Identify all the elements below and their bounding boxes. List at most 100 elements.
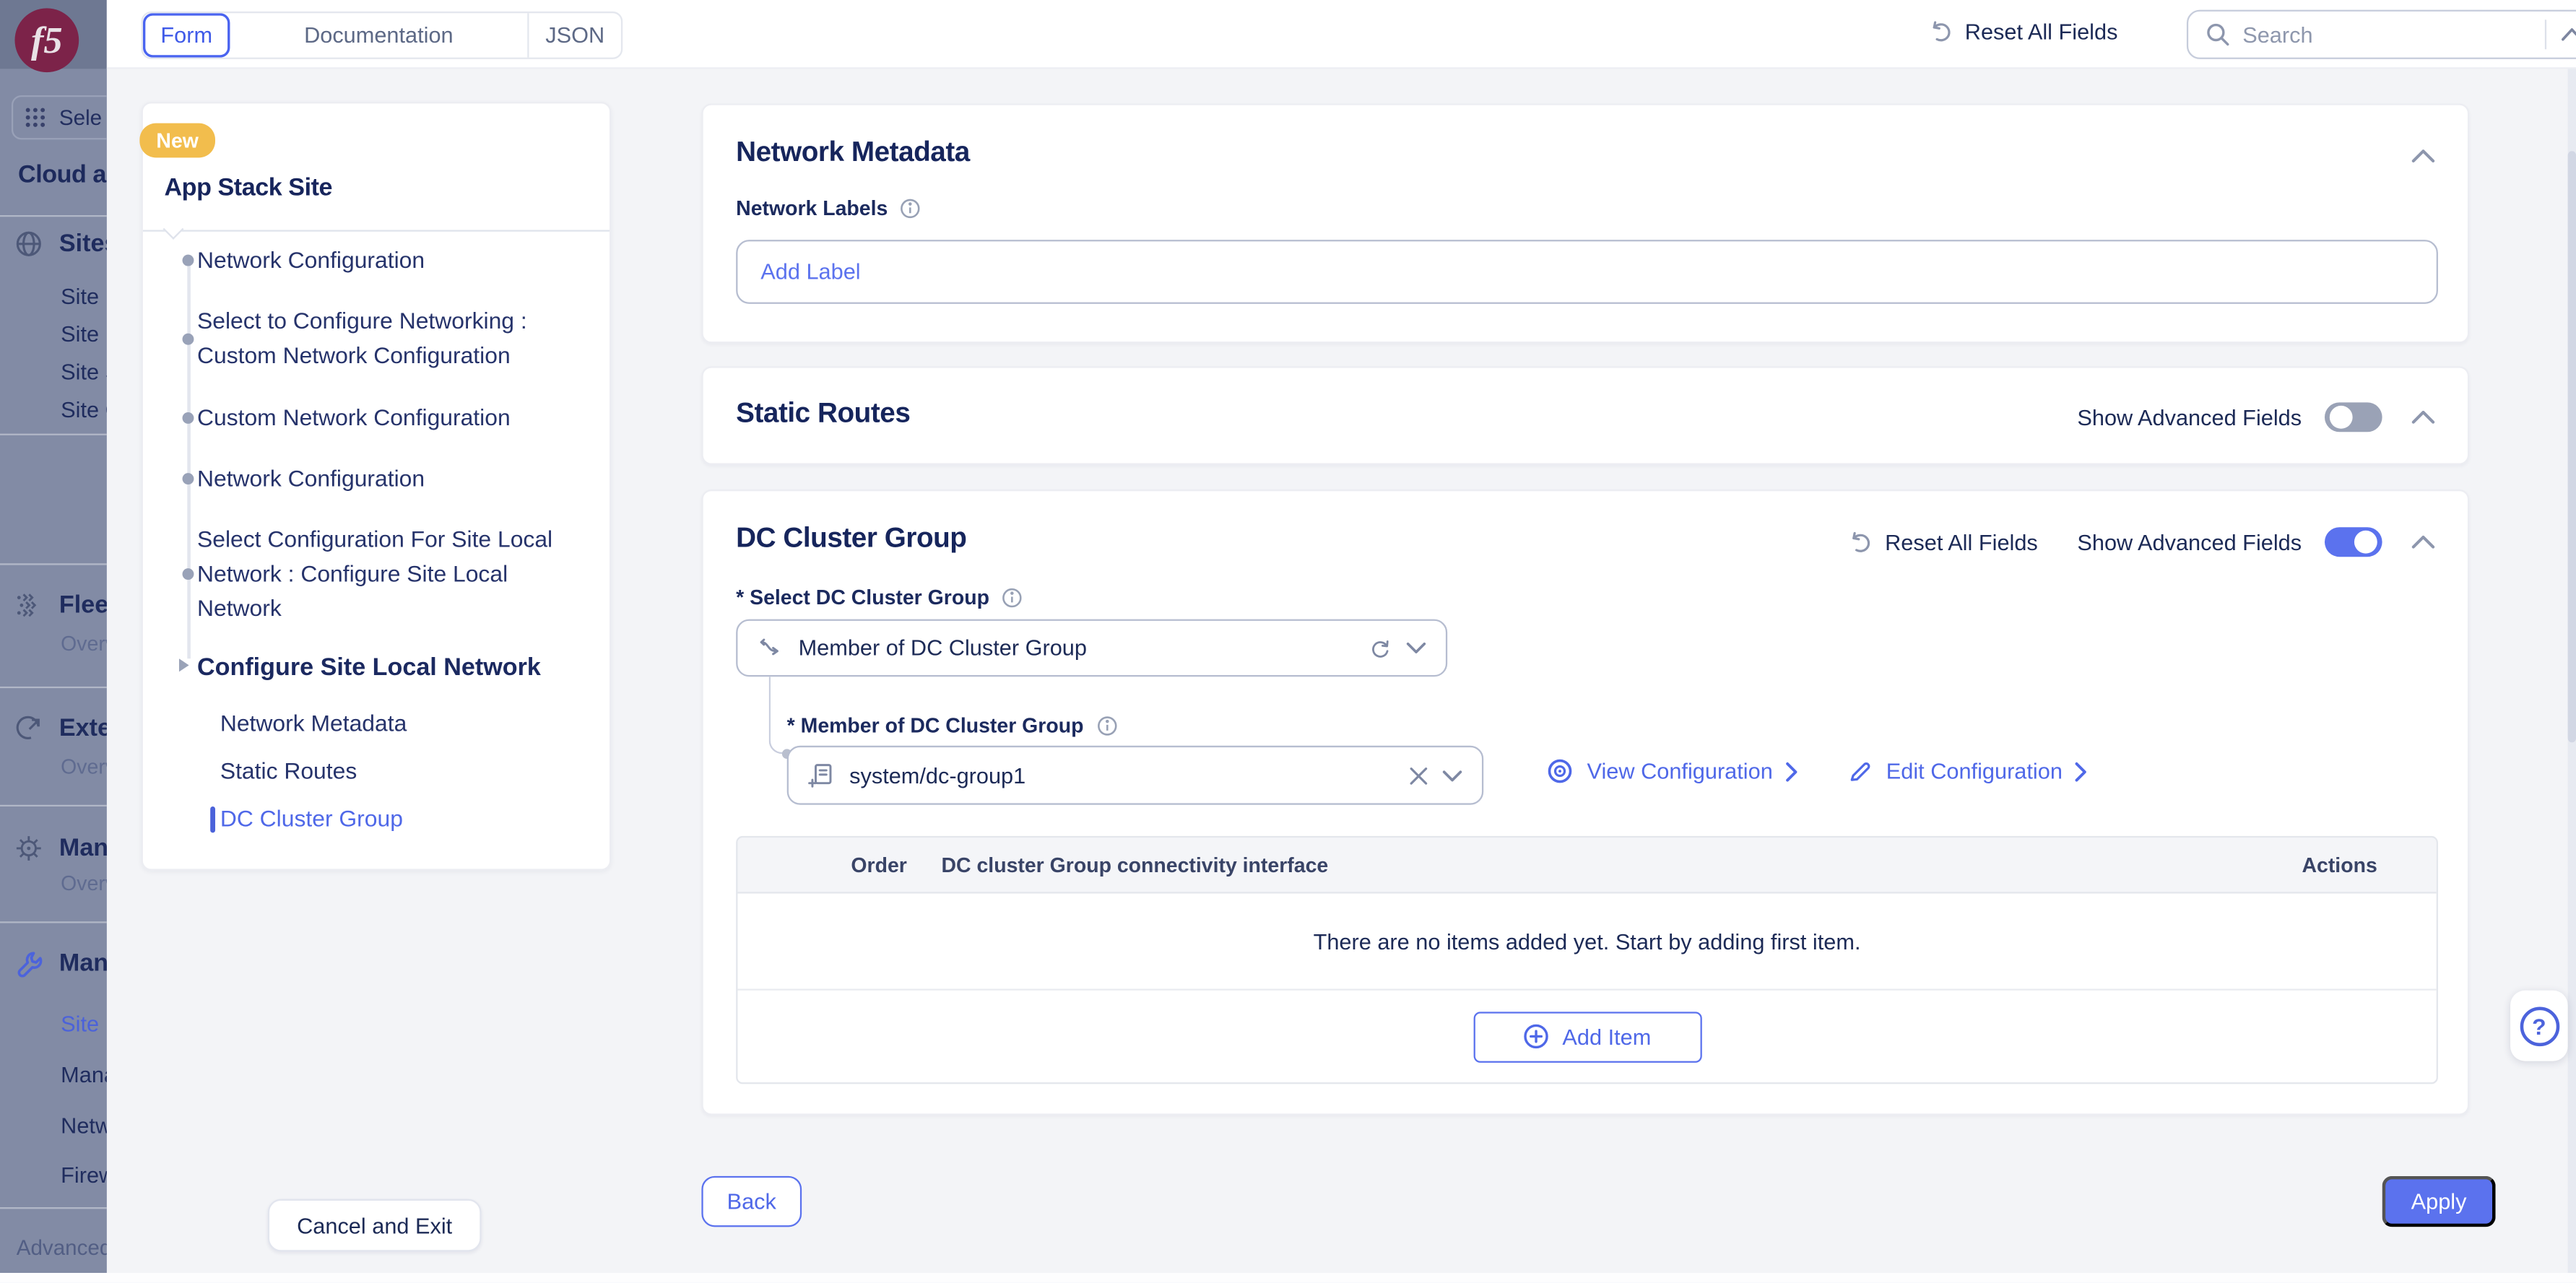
member-dc-cluster-group-dropdown[interactable]: system/dc-group1 xyxy=(787,746,1484,805)
branch-reference-icon xyxy=(758,635,784,661)
sidebar-subitem-overview[interactable]: Overv xyxy=(61,632,107,656)
divider xyxy=(0,1207,107,1209)
toggle-knob xyxy=(2330,406,2353,429)
step-dot xyxy=(183,334,194,345)
refresh-icon[interactable] xyxy=(1369,637,1392,660)
sidebar-item-fleets[interactable]: Flee xyxy=(0,591,107,619)
show-advanced-fields-label: Show Advanced Fields xyxy=(2077,405,2302,430)
sidebar-item-site-list[interactable]: Site L xyxy=(61,322,107,347)
select-dc-cluster-group-dropdown[interactable]: Member of DC Cluster Group xyxy=(736,619,1447,677)
substep-static-routes[interactable]: Static Routes xyxy=(220,757,581,783)
configuration-links: View Configuration Edit Configuration xyxy=(1546,757,2087,786)
sidebar-item-site-list-active[interactable]: Site L xyxy=(61,1012,107,1036)
column-order: Order xyxy=(737,853,941,877)
globe-icon xyxy=(14,230,43,258)
divider xyxy=(0,215,107,217)
select-service-button[interactable]: Sele xyxy=(12,95,107,139)
network-labels-input[interactable]: Add Label xyxy=(736,240,2438,304)
static-routes-title: Static Routes xyxy=(736,398,910,430)
tab-documentation[interactable]: Documentation xyxy=(230,13,527,57)
clear-x-icon[interactable] xyxy=(1410,766,1428,784)
wizard-step-2[interactable]: Select to Configure Networking : Custom … xyxy=(197,304,578,373)
sidebar-item-sites[interactable]: Sites xyxy=(0,230,107,258)
table-footer-row: Add Item xyxy=(737,991,2436,1082)
show-advanced-fields-toggle[interactable] xyxy=(2325,527,2382,557)
sidebar-item-label: Exte xyxy=(59,715,107,743)
table-empty-state: There are no items added yet. Start by a… xyxy=(737,894,2436,991)
dc-cluster-group-title: DC Cluster Group xyxy=(736,522,966,554)
sidebar-item-netw[interactable]: Netw xyxy=(61,1113,107,1138)
scrollbar-thumb[interactable] xyxy=(2568,151,2576,742)
divider xyxy=(0,805,107,806)
sidebar-subitem-overview[interactable]: Overv xyxy=(61,872,107,895)
select-dc-cluster-group-label-row: * Select DC Cluster Group xyxy=(736,586,1024,609)
network-metadata-card: Network Metadata Network Labels Add Labe… xyxy=(701,103,2469,343)
active-substep-bar xyxy=(210,806,215,832)
step-timeline xyxy=(187,258,191,658)
tab-form[interactable]: Form xyxy=(143,13,230,57)
divider xyxy=(0,921,107,923)
add-label-placeholder[interactable]: Add Label xyxy=(760,259,860,284)
wizard-nav-panel: New App Stack Site Network Configuration… xyxy=(142,102,612,871)
eye-icon xyxy=(1546,757,1574,786)
search-box xyxy=(2187,10,2576,59)
tab-json[interactable]: JSON xyxy=(527,13,621,57)
sidebar-item-external[interactable]: Exte xyxy=(0,715,107,743)
modal-header: Form Documentation JSON Reset All Fields xyxy=(107,0,2576,69)
advanced-nav-toggle[interactable]: Advanced xyxy=(17,1235,107,1260)
plus-circle-icon xyxy=(1523,1023,1549,1049)
collapse-chevron-up-icon[interactable] xyxy=(2408,406,2438,429)
nested-field-connector xyxy=(769,677,786,754)
sidebar-item-site-map[interactable]: Site M xyxy=(61,284,107,309)
reset-icon xyxy=(1847,529,1873,555)
chevron-down-icon[interactable] xyxy=(1442,770,1462,781)
network-metadata-title: Network Metadata xyxy=(736,136,970,169)
column-actions: Actions xyxy=(2302,853,2436,877)
sidebar-subitem-overview[interactable]: Overv xyxy=(61,755,107,778)
wizard-step-6-current[interactable]: Configure Site Local Network xyxy=(197,651,578,685)
search-prev-icon[interactable] xyxy=(2562,28,2576,41)
sidebar-item-site-s[interactable]: Site S xyxy=(61,360,107,384)
wrench-icon xyxy=(14,949,43,978)
show-advanced-fields-toggle[interactable] xyxy=(2325,402,2382,432)
edit-configuration-label: Edit Configuration xyxy=(1886,759,2063,783)
wizard-step-1[interactable]: Network Configuration xyxy=(197,243,578,278)
sidebar-item-managed-k8s[interactable]: Man xyxy=(0,835,107,863)
edit-configuration-link[interactable]: Edit Configuration xyxy=(1847,758,2087,784)
card-reset-all-fields-button[interactable]: Reset All Fields xyxy=(1847,529,2038,555)
reset-all-fields-label: Reset All Fields xyxy=(1965,19,2118,43)
divider-notch xyxy=(163,219,184,240)
table-header-row: Order DC cluster Group connectivity inte… xyxy=(737,838,2436,893)
info-icon xyxy=(1095,715,1118,738)
scrollbar-track[interactable] xyxy=(2568,69,2576,1274)
substep-dc-cluster-group-active[interactable]: DC Cluster Group xyxy=(220,805,581,831)
card-reset-all-fields-label: Reset All Fields xyxy=(1885,530,2038,554)
wizard-title: App Stack Site xyxy=(164,174,332,202)
back-button[interactable]: Back xyxy=(701,1176,802,1227)
step-dot xyxy=(183,412,194,424)
collapse-chevron-up-icon[interactable] xyxy=(2408,144,2438,168)
sidebar-item-manage[interactable]: Man xyxy=(0,949,107,978)
shield-arrow-icon xyxy=(14,715,43,743)
add-item-button[interactable]: Add Item xyxy=(1473,1011,1701,1062)
apply-button[interactable]: Apply xyxy=(2382,1176,2496,1227)
cancel-and-exit-button[interactable]: Cancel and Exit xyxy=(268,1199,482,1252)
bottom-edge-strip xyxy=(0,1273,2576,1283)
search-input[interactable] xyxy=(2242,22,2533,47)
wizard-step-4[interactable]: Network Configuration xyxy=(197,461,578,496)
wizard-step-3[interactable]: Custom Network Configuration xyxy=(197,401,578,435)
sidebar-item-firew[interactable]: Firew xyxy=(61,1163,107,1188)
chevron-right-icon xyxy=(2076,761,2087,780)
column-connectivity-interface: DC cluster Group connectivity interface xyxy=(942,853,2302,877)
collapse-chevron-up-icon[interactable] xyxy=(2408,531,2438,554)
sidebar-item-mana[interactable]: Mana xyxy=(61,1063,107,1087)
new-badge: New xyxy=(139,123,215,158)
substep-network-metadata[interactable]: Network Metadata xyxy=(220,710,581,736)
step-dot xyxy=(183,473,194,484)
sidebar-item-site-c[interactable]: Site C xyxy=(61,398,107,422)
view-configuration-link[interactable]: View Configuration xyxy=(1546,757,1797,786)
reset-all-fields-button[interactable]: Reset All Fields xyxy=(1927,18,2117,44)
wizard-step-5[interactable]: Select Configuration For Site Local Netw… xyxy=(197,522,578,625)
chevron-down-icon[interactable] xyxy=(1406,642,1426,653)
help-button[interactable]: ? xyxy=(2510,991,2568,1061)
